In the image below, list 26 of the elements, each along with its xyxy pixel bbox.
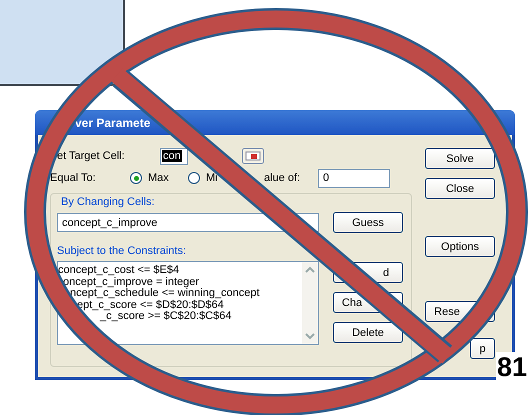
constraint-item[interactable]: _c_score >= $C$20:$C$64	[100, 311, 232, 322]
constraint-item[interactable]: ncept_c_schedule <= winning_concept	[70, 288, 260, 300]
constraint-item[interactable]: concept_c_cost <= $E$4	[58, 265, 180, 276]
radio-label: alue of:	[264, 172, 300, 184]
radio-button[interactable]	[130, 172, 142, 184]
target-cell-field[interactable]: con	[160, 148, 188, 164]
field-label: Equal To:	[50, 172, 97, 184]
constraint-button[interactable]: Delete	[333, 322, 403, 343]
window-title: ver Paramete	[75, 116, 150, 130]
cell-reference-icon[interactable]	[242, 148, 264, 164]
field-label: et Target Cell:	[57, 150, 126, 162]
dialog-button[interactable]: Options	[425, 236, 495, 257]
dialog-button[interactable]: p	[470, 338, 495, 359]
dialog-button[interactable]: Close	[425, 178, 495, 199]
page-number: 81	[496, 352, 528, 382]
guess-button[interactable]: Guess	[333, 212, 403, 233]
constraint-item[interactable]: oncept_c_improve = integer	[63, 276, 200, 288]
group-label: Subject to the Constraints:	[57, 245, 186, 257]
radio-button[interactable]	[188, 172, 200, 184]
radio-label: Mi	[206, 172, 218, 184]
value-field[interactable]: 0	[318, 168, 390, 188]
constraint-item[interactable]: ept_c_score <= $D$20:$D$64	[77, 300, 224, 311]
constraints-list[interactable]: concept_c_cost <= $E$4 oncept_c_improve = integer ncept_c_schedule <= winning_concept ept_c_score <= $D$20:$D$64 _c_score >= $C$20:$C$64	[57, 261, 319, 345]
radio-label: Max	[148, 172, 169, 184]
group-label: By Changing Cells:	[61, 196, 155, 208]
dialog-button[interactable]: Solve	[425, 148, 495, 169]
